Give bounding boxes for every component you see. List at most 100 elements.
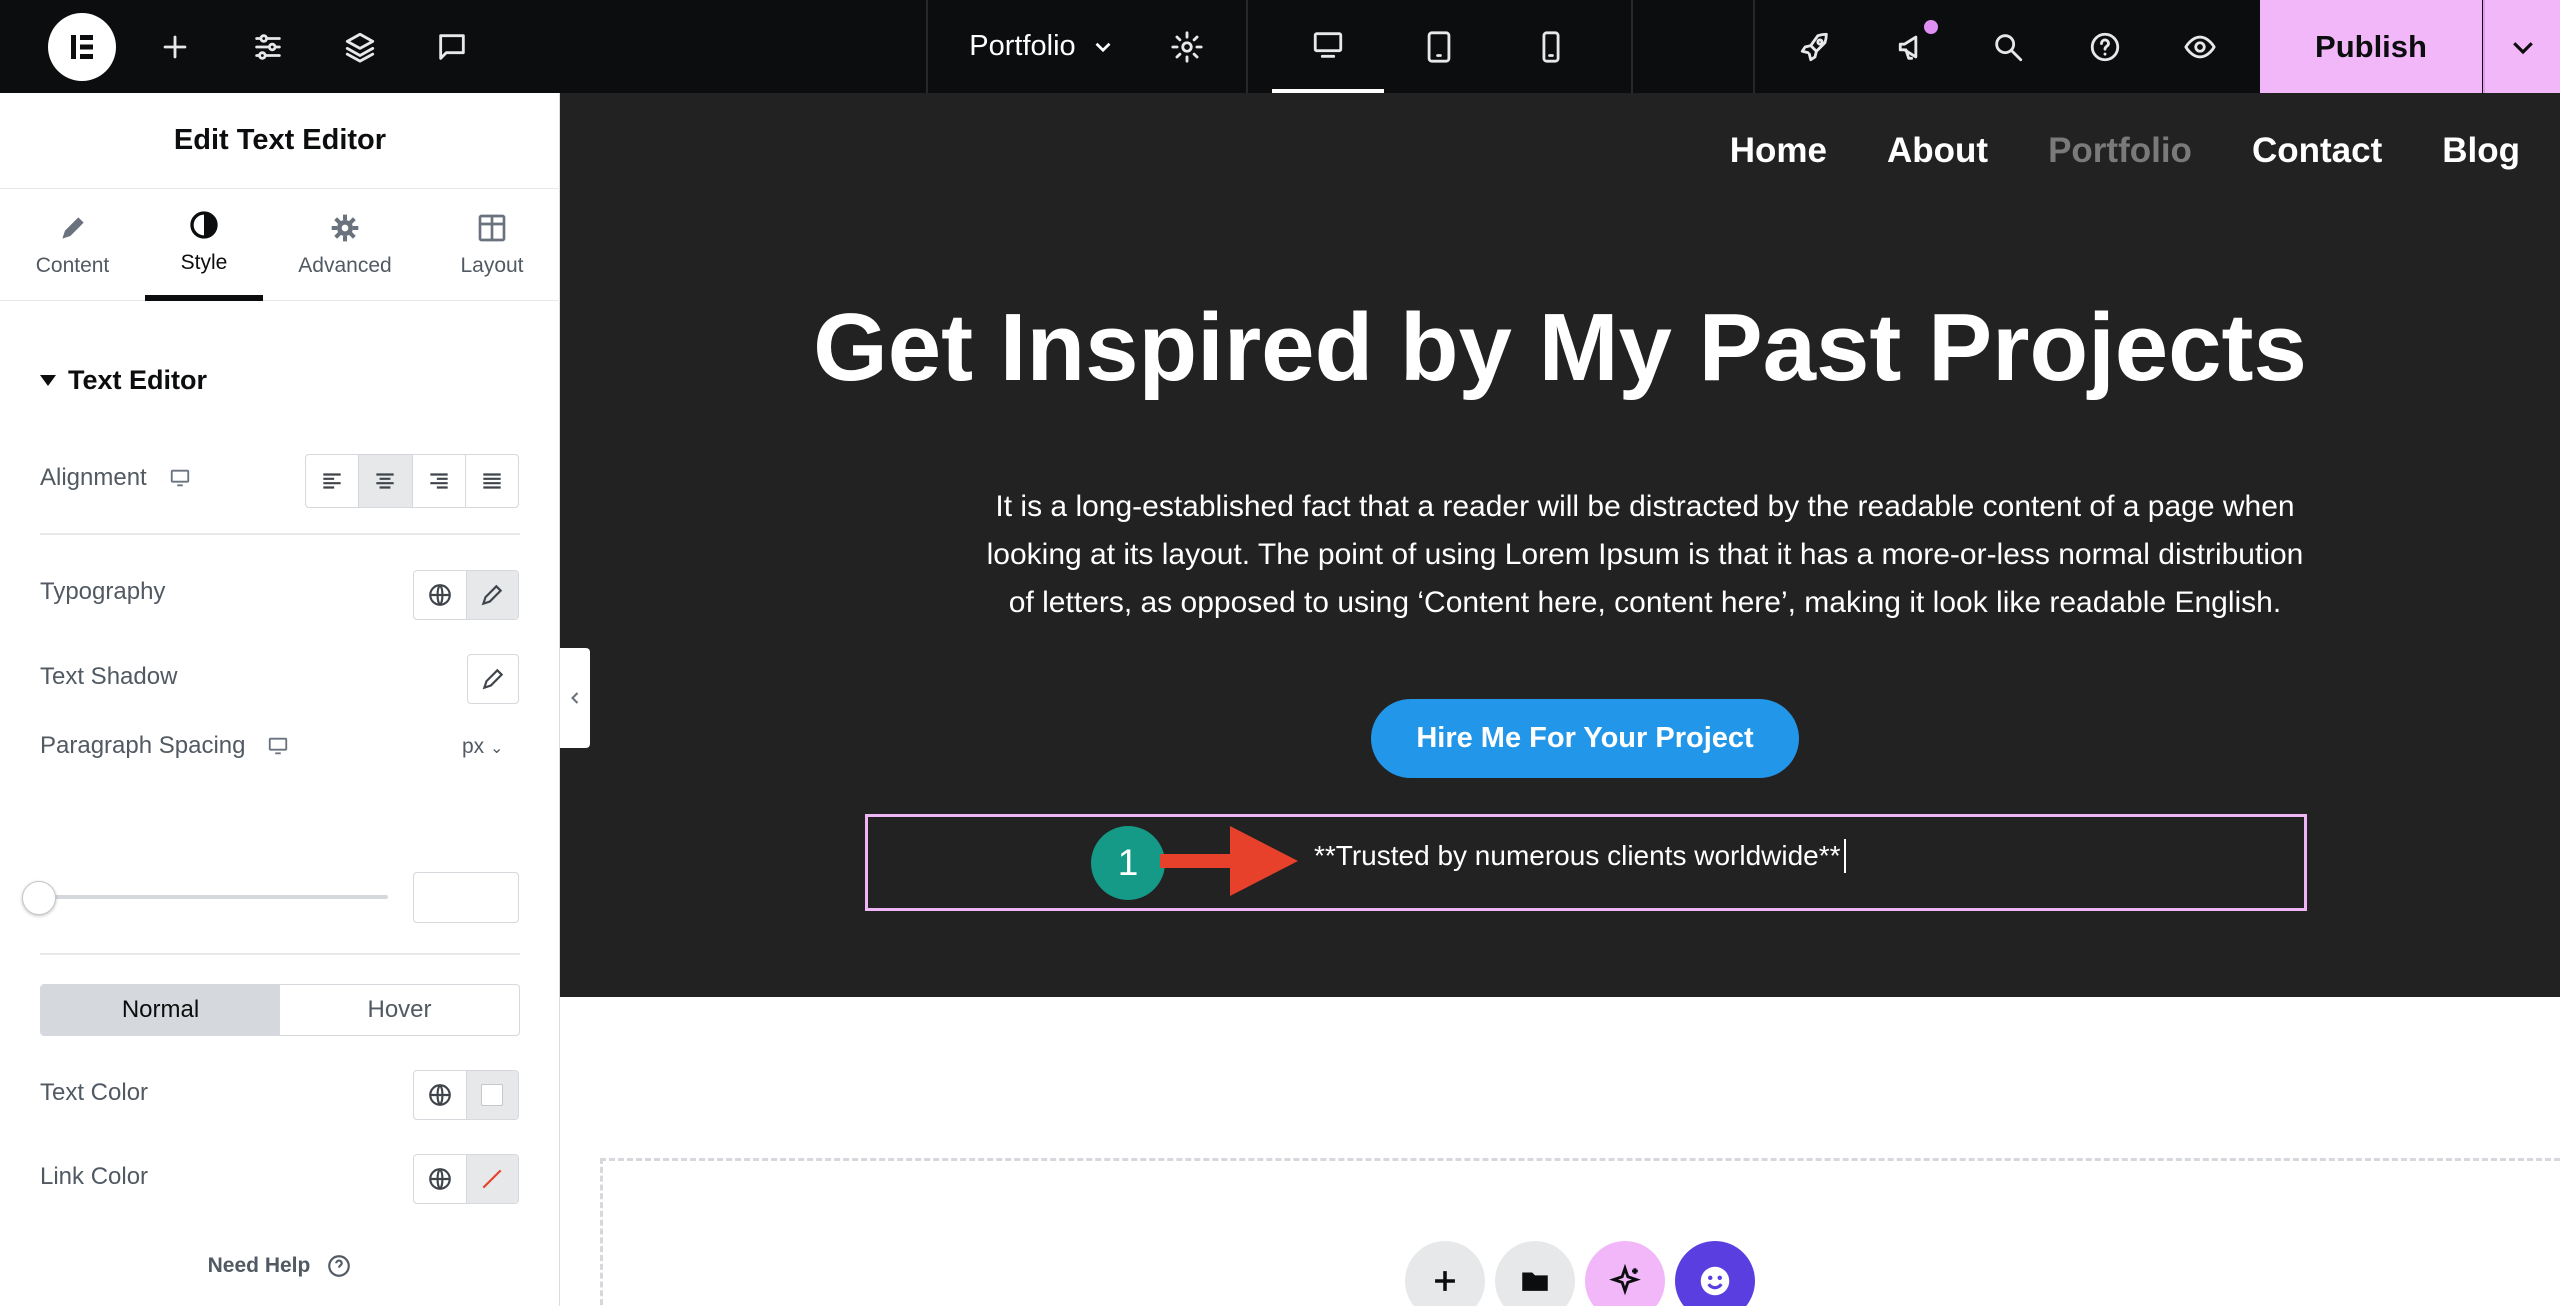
add-template-button[interactable] — [1495, 1241, 1575, 1306]
responsive-desktop-icon[interactable] — [169, 467, 191, 489]
unit-selector[interactable]: px ⌄ — [462, 735, 503, 759]
tab-normal[interactable]: Normal — [41, 985, 280, 1035]
hire-me-button[interactable]: Hire Me For Your Project — [1371, 699, 1799, 778]
paragraph-spacing-slider[interactable] — [40, 895, 388, 899]
elementor-logo[interactable] — [46, 0, 118, 93]
globe-icon — [428, 584, 451, 606]
paragraph-spacing-input[interactable] — [413, 872, 519, 923]
align-right-button[interactable] — [413, 455, 466, 507]
desktop-icon — [1313, 31, 1343, 58]
align-justify-button[interactable] — [466, 455, 518, 507]
tab-advanced-label: Advanced — [298, 254, 392, 277]
panel-title: Edit Text Editor — [0, 93, 560, 189]
link-color-control — [413, 1154, 519, 1204]
tablet-icon — [1427, 30, 1451, 63]
add-section-controls — [1405, 1241, 1755, 1306]
gear-icon — [1171, 30, 1203, 63]
tablet-view-button[interactable] — [1383, 0, 1495, 93]
whats-new-button[interactable] — [1888, 0, 1938, 93]
site-settings-button[interactable] — [243, 0, 293, 93]
tab-content[interactable]: Content — [0, 189, 145, 301]
launchpad-button[interactable] — [1790, 0, 1840, 93]
chevron-down-icon: ⌄ — [490, 740, 504, 757]
section-toggle-text-editor[interactable]: Text Editor — [40, 365, 207, 396]
preview-button[interactable] — [2175, 0, 2225, 93]
slider-handle[interactable] — [22, 881, 56, 915]
hero-section[interactable]: Home About Portfolio Contact Blog Get In… — [560, 93, 2560, 997]
text-color-control — [413, 1070, 519, 1120]
need-help-link[interactable]: Need Help — [0, 1253, 560, 1279]
need-help-label: Need Help — [207, 1254, 311, 1277]
caret-down-icon — [40, 375, 56, 386]
hero-text-line: of letters, as opposed to using ‘Content… — [1008, 586, 2282, 619]
folder-icon — [1522, 1272, 1548, 1291]
align-justify-icon — [483, 473, 501, 489]
search-button[interactable] — [1983, 0, 2033, 93]
notes-button[interactable] — [427, 0, 477, 93]
global-color-button[interactable] — [414, 1155, 467, 1203]
add-element-button[interactable] — [150, 0, 200, 93]
desktop-view-button[interactable] — [1272, 0, 1384, 93]
text-color-swatch[interactable] — [466, 1071, 518, 1119]
nav-contact[interactable]: Contact — [2252, 131, 2382, 171]
page-name: Portfolio — [969, 30, 1076, 62]
step-number: 1 — [1117, 842, 1139, 883]
edited-text[interactable]: **Trusted by numerous clients worldwide*… — [1314, 839, 1846, 873]
responsive-desktop-icon[interactable] — [267, 735, 289, 757]
paragraph-spacing-row: Paragraph Spacing — [40, 732, 289, 760]
nav-portfolio[interactable]: Portfolio — [2048, 131, 2192, 171]
edit-typography-button[interactable] — [466, 571, 518, 619]
page-settings-button[interactable] — [1162, 0, 1212, 93]
align-left-icon — [323, 473, 341, 489]
align-right-icon — [429, 473, 448, 489]
ai-button[interactable] — [1585, 1241, 1665, 1306]
site-nav: Home About Portfolio Contact Blog — [1730, 131, 2520, 171]
tab-layout-label: Layout — [460, 254, 524, 277]
alignment-label: Alignment — [40, 464, 147, 491]
nav-home[interactable]: Home — [1730, 131, 1827, 171]
tab-layout[interactable]: Layout — [432, 189, 552, 301]
edit-text-shadow-button[interactable] — [467, 654, 519, 704]
megaphone-icon — [1898, 35, 1918, 60]
unit-label: px — [462, 735, 485, 758]
pencil-icon — [482, 668, 504, 690]
hero-paragraph[interactable]: It is a long-established fact that a rea… — [850, 483, 2440, 627]
globe-icon — [428, 1168, 451, 1190]
publish-button[interactable]: Publish — [2260, 0, 2482, 93]
plus-icon — [163, 35, 187, 58]
hero-text-line: looking at its layout. The point of usin… — [986, 538, 2304, 571]
align-center-button[interactable] — [359, 455, 413, 507]
global-typography-button[interactable] — [414, 571, 467, 619]
alignment-row: Alignment — [40, 464, 191, 492]
link-color-swatch[interactable] — [466, 1155, 518, 1203]
assistant-button[interactable] — [1675, 1241, 1755, 1306]
page-canvas: Home About Portfolio Contact Blog Get In… — [560, 93, 2560, 1306]
help-button[interactable] — [2080, 0, 2130, 93]
publish-options-button[interactable] — [2483, 0, 2560, 93]
nav-blog[interactable]: Blog — [2442, 131, 2520, 171]
hero-heading[interactable]: Get Inspired by My Past Projects — [560, 293, 2560, 403]
comment-icon — [439, 33, 465, 60]
text-color-label: Text Color — [40, 1079, 149, 1106]
search-icon — [1995, 33, 2023, 61]
divider — [1631, 0, 1633, 93]
tab-hover[interactable]: Hover — [280, 985, 519, 1035]
tab-style[interactable]: Style — [145, 189, 263, 301]
nav-about[interactable]: About — [1887, 131, 1988, 171]
section-title: Text Editor — [68, 365, 208, 395]
no-color-icon — [482, 1169, 502, 1189]
pencil-icon — [61, 217, 84, 239]
eye-icon — [2184, 35, 2216, 58]
typography-label: Typography — [40, 578, 166, 605]
align-left-button[interactable] — [306, 455, 360, 507]
collapse-panel-button[interactable] — [560, 648, 590, 748]
structure-button[interactable] — [335, 0, 385, 93]
white-swatch — [481, 1084, 504, 1106]
tab-advanced[interactable]: Advanced — [285, 189, 405, 301]
editor-panel: Edit Text Editor Content Style Advanced … — [0, 93, 560, 1306]
page-selector[interactable]: Portfolio — [960, 0, 1125, 93]
global-color-button[interactable] — [414, 1071, 467, 1119]
typography-control — [413, 570, 519, 620]
add-section-button[interactable] — [1405, 1241, 1485, 1306]
mobile-view-button[interactable] — [1495, 0, 1607, 93]
